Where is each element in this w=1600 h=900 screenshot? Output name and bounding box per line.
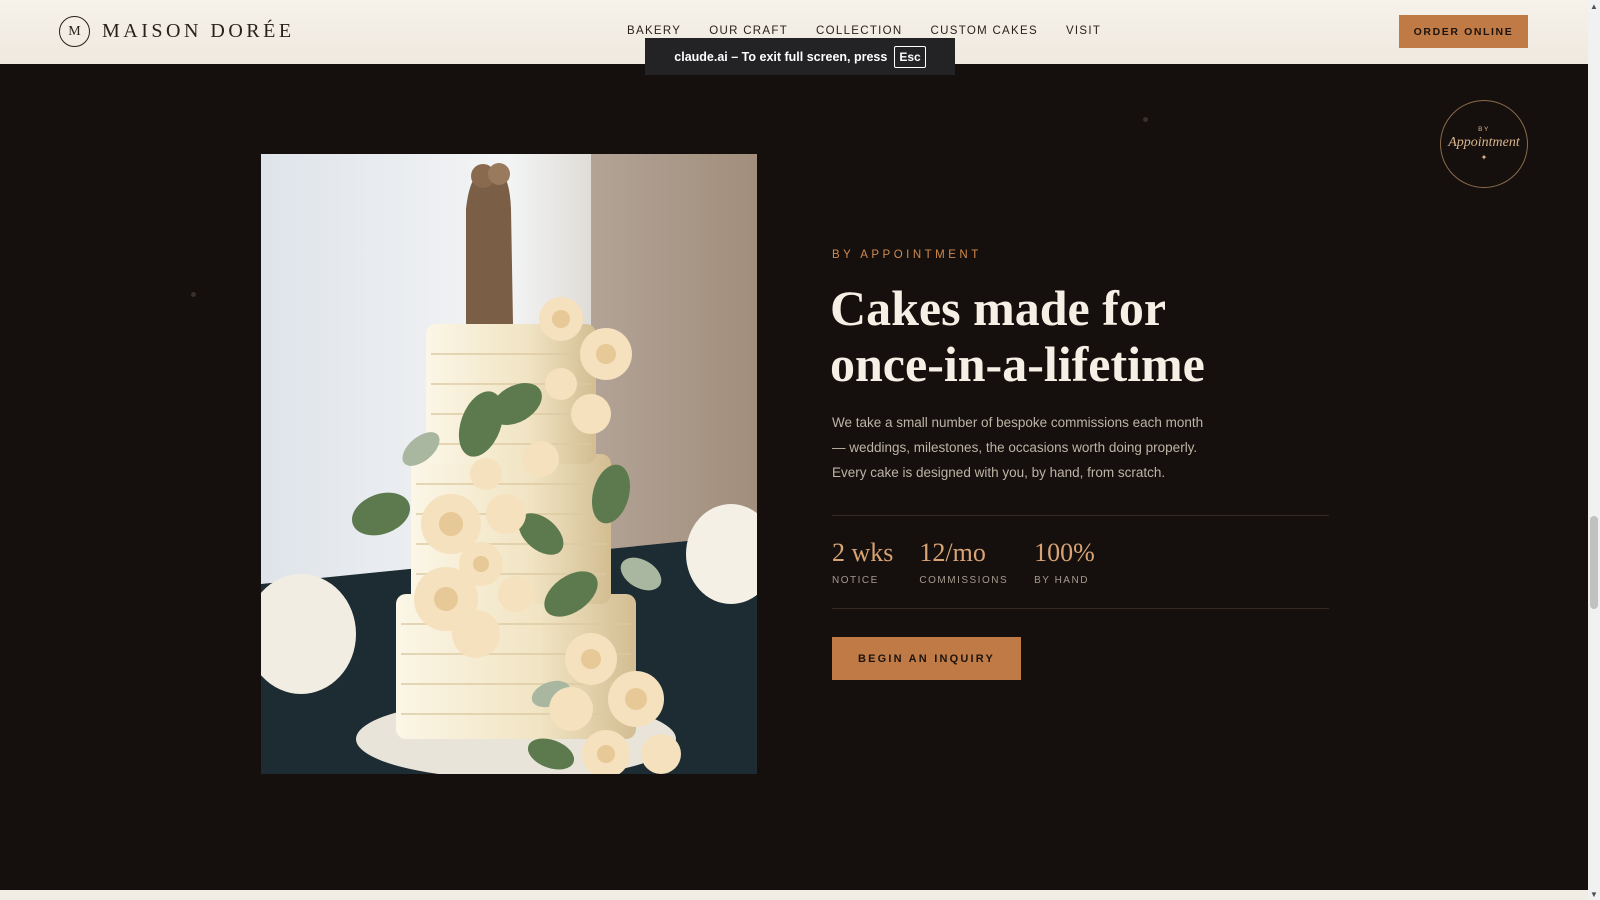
stat-commissions: 12/mo COMMISSIONS xyxy=(919,535,1008,586)
esc-key-hint: Esc xyxy=(894,45,926,68)
stat-value: 2 wks xyxy=(832,538,894,567)
nav-visit[interactable]: VISIT xyxy=(1066,25,1101,37)
stat-notice: 2 wks NOTICE xyxy=(832,535,893,586)
brand-logo[interactable]: M MAISON DORÉE xyxy=(59,16,295,47)
nav-our-craft[interactable]: OUR CRAFT xyxy=(709,25,788,37)
decorative-dot xyxy=(191,292,196,297)
stat-value: 12/mo xyxy=(919,538,986,567)
brand-name: MAISON DORÉE xyxy=(102,20,295,42)
next-section-edge xyxy=(0,890,1588,900)
fullscreen-message: claude.ai – To exit full screen, press xyxy=(674,49,888,64)
section-eyebrow: BY APPOINTMENT xyxy=(832,249,982,261)
star-icon: ✦ xyxy=(1480,153,1488,162)
stat-by-hand: 100% BY HAND xyxy=(1034,535,1095,586)
logo-monogram-icon: M xyxy=(59,16,90,47)
scroll-up-icon[interactable]: ▲ xyxy=(1588,0,1600,12)
nav-bakery[interactable]: BAKERY xyxy=(627,25,681,37)
divider-top xyxy=(832,515,1329,516)
badge-small-text: BY xyxy=(1478,126,1490,133)
main-nav: BAKERY OUR CRAFT COLLECTION CUSTOM CAKES… xyxy=(627,25,1129,37)
nav-collection[interactable]: COLLECTION xyxy=(816,25,903,37)
stats-row: 2 wks NOTICE 12/mo COMMISSIONS 100% BY H… xyxy=(832,535,1121,586)
scrollbar-thumb[interactable] xyxy=(1590,516,1598,609)
badge-script-text: Appointment xyxy=(1448,135,1520,150)
hero-description: We take a small number of bespoke commis… xyxy=(832,415,1204,480)
order-online-button[interactable]: ORDER ONLINE xyxy=(1399,15,1528,48)
stat-label: BY HAND xyxy=(1034,575,1089,586)
nav-custom-cakes[interactable]: CUSTOM CAKES xyxy=(931,25,1038,37)
stat-value: 100% xyxy=(1034,538,1095,567)
hero-headline: Cakes made for once-in-a-lifetime xyxy=(830,280,1350,392)
begin-inquiry-button[interactable]: BEGIN AN INQUIRY xyxy=(832,637,1021,680)
decorative-dot xyxy=(1143,117,1148,122)
page-scrollbar[interactable]: ▲ ▼ xyxy=(1588,0,1600,900)
stat-label: NOTICE xyxy=(832,575,879,586)
headline-line-2: once-in-a-lifetime xyxy=(830,336,1205,392)
scroll-down-icon[interactable]: ▼ xyxy=(1588,888,1600,900)
wedding-cake-photo xyxy=(261,154,757,774)
headline-line-1: Cakes made for xyxy=(830,280,1167,336)
fullscreen-notice: claude.ai – To exit full screen, press E… xyxy=(645,38,955,75)
by-appointment-badge: BY Appointment ✦ xyxy=(1440,100,1528,188)
divider-bottom xyxy=(832,608,1329,609)
cake-illustration xyxy=(261,154,757,774)
stat-label: COMMISSIONS xyxy=(919,575,1009,586)
